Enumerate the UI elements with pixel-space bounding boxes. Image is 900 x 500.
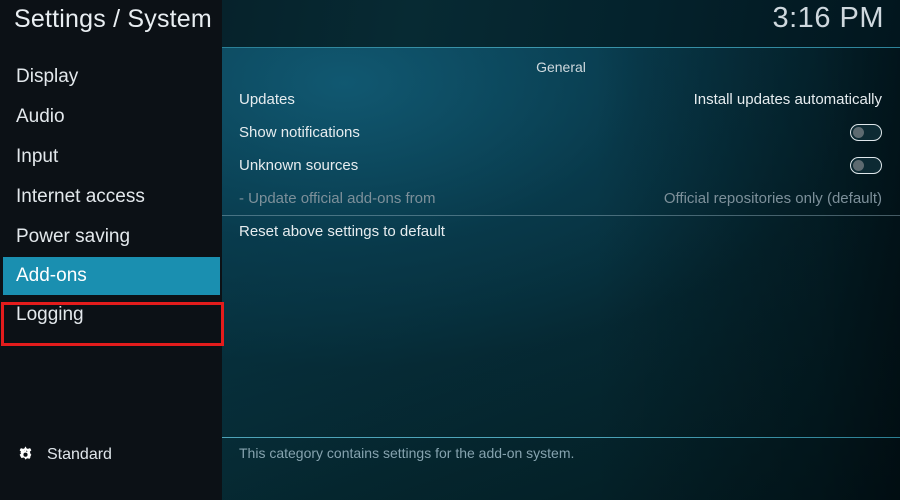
setting-row-update-official-addons-from: - Update official add-ons from Official …: [222, 182, 900, 215]
sidebar-item-display[interactable]: Display: [0, 57, 222, 97]
setting-label: Unknown sources: [239, 157, 359, 174]
clock: 3:16 PM: [772, 2, 884, 34]
sidebar: Display Audio Input Internet access Powe…: [0, 47, 224, 500]
setting-row-unknown-sources[interactable]: Unknown sources: [222, 149, 900, 182]
setting-row-show-notifications[interactable]: Show notifications: [222, 116, 900, 149]
settings-level-selector[interactable]: Standard: [16, 445, 112, 464]
setting-row-updates[interactable]: Updates Install updates automatically: [222, 83, 900, 116]
page-title: Settings / System: [14, 5, 212, 33]
sidebar-item-label: Logging: [16, 304, 84, 325]
kodi-settings-window: Settings / System 3:16 PM Display Audio …: [0, 0, 900, 500]
setting-label: - Update official add-ons from: [239, 190, 436, 207]
setting-label: Updates: [239, 91, 295, 108]
panel-top-divider: [222, 47, 900, 48]
window-header: Settings / System 3:16 PM: [0, 0, 900, 47]
sidebar-item-internet-access[interactable]: Internet access: [0, 177, 222, 217]
toggle-knob: [853, 127, 864, 138]
sidebar-category-list: Display Audio Input Internet access Powe…: [0, 57, 222, 335]
setting-value: Official repositories only (default): [663, 190, 882, 207]
settings-panel: General Updates Install updates automati…: [222, 47, 900, 500]
setting-row-reset-to-default[interactable]: Reset above settings to default: [222, 215, 900, 248]
section-header-general: General: [536, 59, 586, 75]
sidebar-item-label: Add-ons: [16, 265, 87, 286]
sidebar-item-power-saving[interactable]: Power saving: [0, 217, 222, 257]
settings-row-list: Updates Install updates automatically Sh…: [222, 83, 900, 248]
sidebar-item-label: Audio: [16, 106, 65, 127]
setting-value: Install updates automatically: [693, 91, 882, 108]
sidebar-item-logging[interactable]: Logging: [0, 295, 222, 335]
sidebar-item-input[interactable]: Input: [0, 137, 222, 177]
footer-help-text: This category contains settings for the …: [239, 445, 575, 461]
toggle-knob: [853, 160, 864, 171]
sidebar-item-label: Power saving: [16, 226, 131, 247]
sidebar-item-label: Input: [16, 146, 59, 167]
unknown-sources-toggle[interactable]: [850, 157, 882, 174]
sidebar-item-label: Display: [16, 66, 79, 87]
sidebar-item-audio[interactable]: Audio: [0, 97, 222, 137]
gear-icon: [19, 446, 32, 460]
sidebar-item-label: Internet access: [16, 186, 145, 207]
sidebar-item-add-ons[interactable]: Add-ons: [3, 257, 220, 295]
setting-label: Show notifications: [239, 124, 360, 141]
show-notifications-toggle[interactable]: [850, 124, 882, 141]
setting-label: Reset above settings to default: [239, 223, 445, 240]
settings-level-label: Standard: [47, 445, 112, 463]
footer-divider: [222, 437, 900, 438]
row-divider: [222, 215, 900, 216]
